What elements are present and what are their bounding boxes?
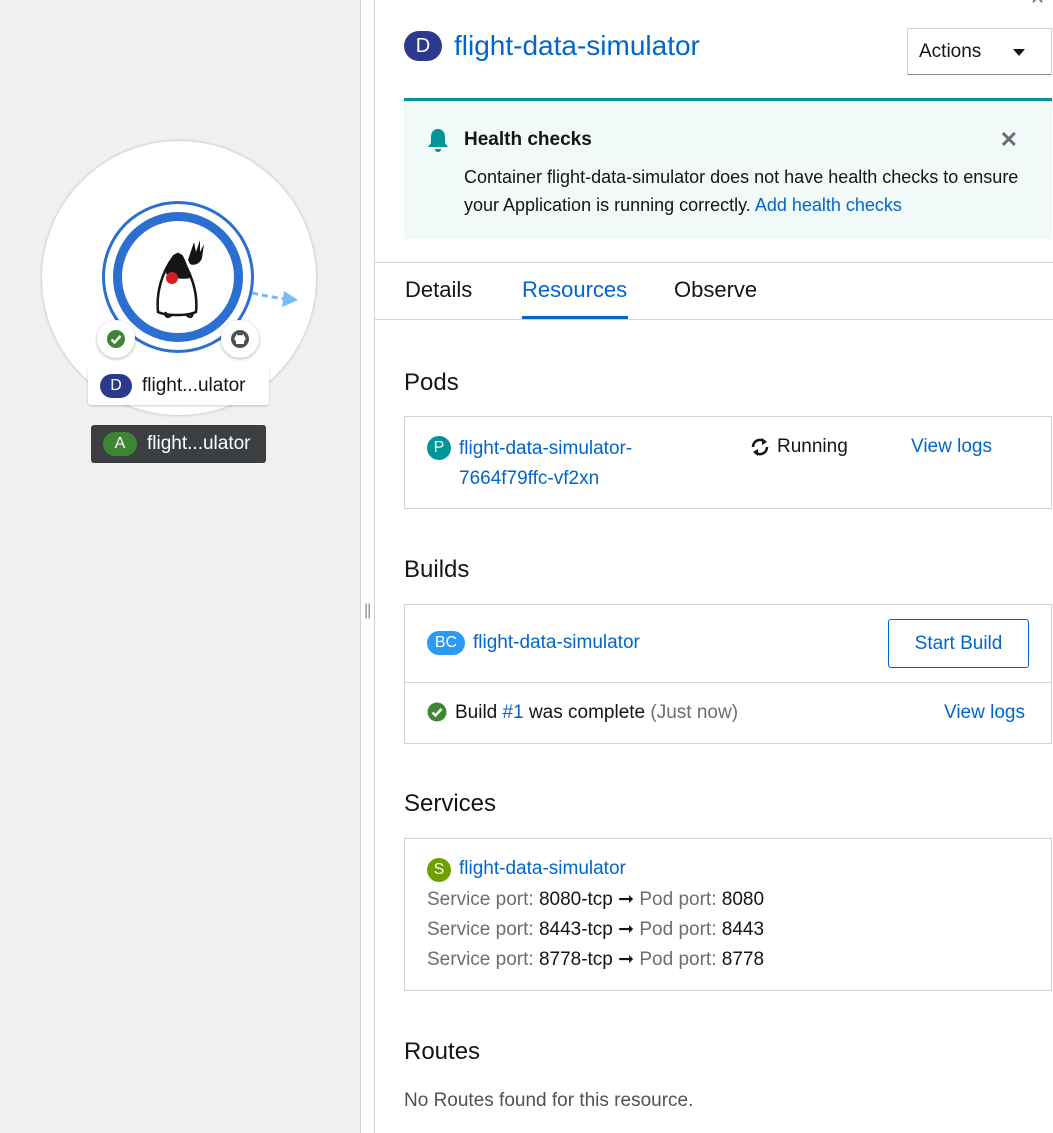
application-label-text: flight...ulator <box>147 433 251 454</box>
build-config-badge: BC <box>427 631 465 655</box>
check-circle-icon <box>427 702 447 722</box>
java-duke-icon <box>156 240 204 318</box>
pod-port-label: Pod port: <box>639 919 717 940</box>
check-circle-icon <box>107 330 125 348</box>
topology-canvas[interactable]: D flight...ulator A flight...ulator <box>0 0 361 1133</box>
builds-section-title: Builds <box>404 556 470 583</box>
routes-section-title: Routes <box>404 1038 481 1065</box>
build-config-row: BC flight-data-simulator Start Build <box>405 605 1051 683</box>
build-config-link[interactable]: flight-data-simulator <box>473 632 640 654</box>
active-tab-indicator <box>522 316 628 319</box>
service-badge: S <box>427 858 451 882</box>
source-repo-decorator[interactable] <box>221 320 259 358</box>
pod-status: Running <box>777 436 848 457</box>
build-view-logs-link[interactable]: View logs <box>944 702 1025 724</box>
side-panel: ✕ D flight-data-simulator Actions Health… <box>374 0 1053 1133</box>
application-label[interactable]: A flight...ulator <box>91 425 266 463</box>
pod-name-line2: 7664f79ffc-vf2xn <box>459 468 600 489</box>
panel-close-icon[interactable]: ✕ <box>1030 0 1045 9</box>
services-section-title: Services <box>404 790 497 817</box>
tab-resources[interactable]: Resources <box>522 277 627 303</box>
pod-port-label: Pod port: <box>639 949 717 970</box>
panel-title: D flight-data-simulator <box>404 30 700 62</box>
alert-body: Container flight-data-simulator does not… <box>464 163 1024 219</box>
deployment-badge: D <box>100 374 132 398</box>
builds-card: BC flight-data-simulator Start Build Bui… <box>404 604 1052 744</box>
pod-view-logs-link[interactable]: View logs <box>911 436 992 458</box>
service-port-label: Service port: <box>427 889 534 910</box>
panel-tabs: Details Resources Observe <box>375 262 1053 320</box>
github-icon <box>231 330 249 348</box>
pod-name-link[interactable]: flight-data-simulator- 7664f79ffc-vf2xn <box>459 434 632 494</box>
service-port-label: Service port: <box>427 919 534 940</box>
pod-port-label: Pod port: <box>639 889 717 910</box>
pods-section-title: Pods <box>404 369 459 396</box>
actions-dropdown[interactable]: Actions <box>907 28 1052 75</box>
tab-details[interactable]: Details <box>405 277 472 303</box>
application-badge: A <box>103 432 137 456</box>
connector-arrow[interactable] <box>250 285 302 311</box>
sync-icon <box>751 438 769 456</box>
service-port-value: 8778-tcp <box>538 949 613 970</box>
alert-message: Container flight-data-simulator does not… <box>464 167 1019 215</box>
bell-icon <box>428 129 448 152</box>
service-port-value: 8443-tcp <box>538 919 613 940</box>
start-build-button[interactable]: Start Build <box>888 619 1029 668</box>
service-port-row: Service port: 8778-tcp ➞ Pod port: 8778 <box>427 948 764 971</box>
workload-label[interactable]: D flight...ulator <box>88 367 269 405</box>
pod-port-value: 8080 <box>721 889 765 910</box>
pods-card: P flight-data-simulator- 7664f79ffc-vf2x… <box>404 416 1052 509</box>
arrow-right-icon: ➞ <box>618 889 635 910</box>
arrow-right-icon: ➞ <box>618 919 635 940</box>
workload-node-inner <box>113 212 243 342</box>
workload-label-text: flight...ulator <box>142 375 246 396</box>
resource-title-link[interactable]: flight-data-simulator <box>454 30 700 62</box>
add-health-checks-link[interactable]: Add health checks <box>755 195 902 215</box>
actions-label: Actions <box>919 40 982 62</box>
pod-name-line1: flight-data-simulator- <box>459 438 633 459</box>
health-checks-alert: Health checks Container flight-data-simu… <box>404 98 1052 239</box>
service-port-row: Service port: 8443-tcp ➞ Pod port: 8443 <box>427 918 764 941</box>
caret-down-icon <box>1013 49 1025 56</box>
alert-title: Health checks <box>464 129 592 150</box>
build-status-decorator[interactable] <box>97 320 135 358</box>
panel-resize-handle[interactable]: || <box>364 602 371 620</box>
pod-port-value: 8778 <box>721 949 765 970</box>
arrow-right-icon: ➞ <box>618 949 635 970</box>
pod-badge: P <box>427 436 451 460</box>
service-port-row: Service port: 8080-tcp ➞ Pod port: 8080 <box>427 888 764 911</box>
service-name-link[interactable]: flight-data-simulator <box>459 858 626 880</box>
build-status: Build #1 was complete (Just now) <box>455 702 738 724</box>
build-status-suffix: was complete <box>528 702 646 723</box>
service-port-label: Service port: <box>427 949 534 970</box>
services-card: S flight-data-simulator Service port: 80… <box>404 838 1052 991</box>
deployment-badge: D <box>404 31 442 61</box>
service-port-value: 8080-tcp <box>538 889 613 910</box>
build-status-prefix: Build <box>455 702 498 723</box>
alert-close-icon[interactable]: ✕ <box>1000 127 1018 153</box>
routes-empty-message: No Routes found for this resource. <box>404 1090 694 1111</box>
tab-observe[interactable]: Observe <box>674 277 757 303</box>
pod-port-value: 8443 <box>721 919 765 940</box>
build-number-link[interactable]: #1 <box>503 702 524 723</box>
build-status-time: (Just now) <box>650 702 739 723</box>
